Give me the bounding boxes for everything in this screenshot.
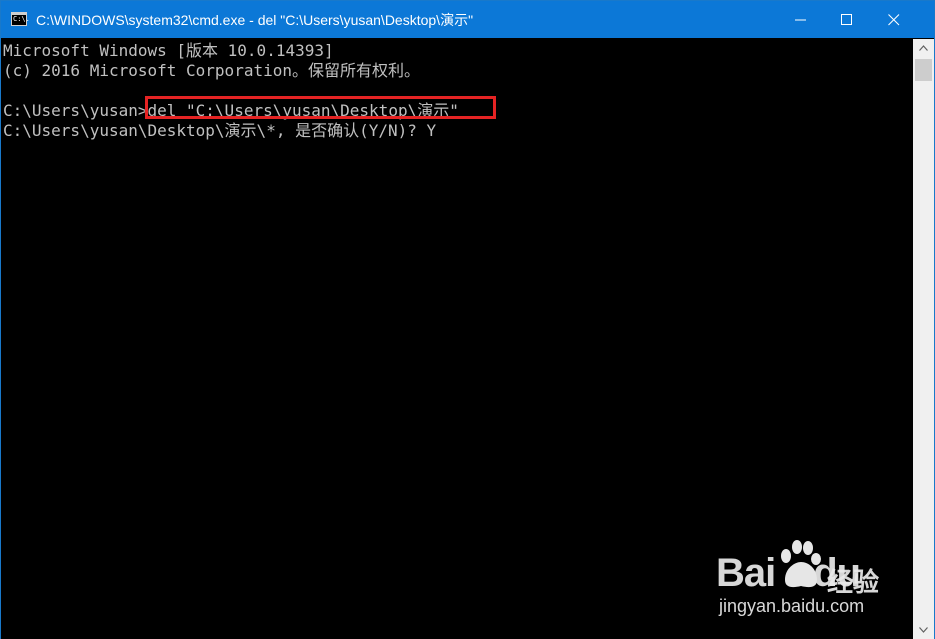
- cmd-icon[interactable]: C:\.: [11, 12, 30, 26]
- close-button[interactable]: [871, 1, 917, 38]
- vertical-scrollbar[interactable]: [913, 39, 934, 639]
- cmd-window: C:\. C:\WINDOWS\system32\cmd.exe - del "…: [0, 0, 935, 639]
- window-title: C:\WINDOWS\system32\cmd.exe - del "C:\Us…: [36, 12, 474, 28]
- scroll-thumb[interactable]: [915, 59, 932, 81]
- console-line-copyright: (c) 2016 Microsoft Corporation。保留所有权利。: [3, 61, 420, 80]
- title-bar[interactable]: C:\. C:\WINDOWS\system32\cmd.exe - del "…: [1, 1, 934, 38]
- console-line-confirm: C:\Users\yusan\Desktop\演示\*, 是否确认(Y/N)? …: [3, 121, 437, 140]
- chevron-up-icon: [919, 45, 928, 51]
- minimize-icon: [795, 19, 806, 21]
- watermark-jingyan: 经验: [827, 568, 880, 598]
- maximize-icon: [841, 14, 852, 25]
- maximize-button[interactable]: [824, 1, 870, 38]
- console-line-version: Microsoft Windows [版本 10.0.14393]: [3, 41, 334, 60]
- scroll-up-button[interactable]: [913, 39, 934, 57]
- baidu-paw-icon: [781, 540, 821, 588]
- scroll-down-button[interactable]: [913, 621, 934, 639]
- command-highlight-box: [145, 96, 496, 119]
- watermark-url: jingyan.baidu.com: [719, 596, 865, 616]
- close-icon: [888, 14, 900, 26]
- chevron-down-icon: [919, 627, 928, 633]
- minimize-button[interactable]: [778, 1, 824, 38]
